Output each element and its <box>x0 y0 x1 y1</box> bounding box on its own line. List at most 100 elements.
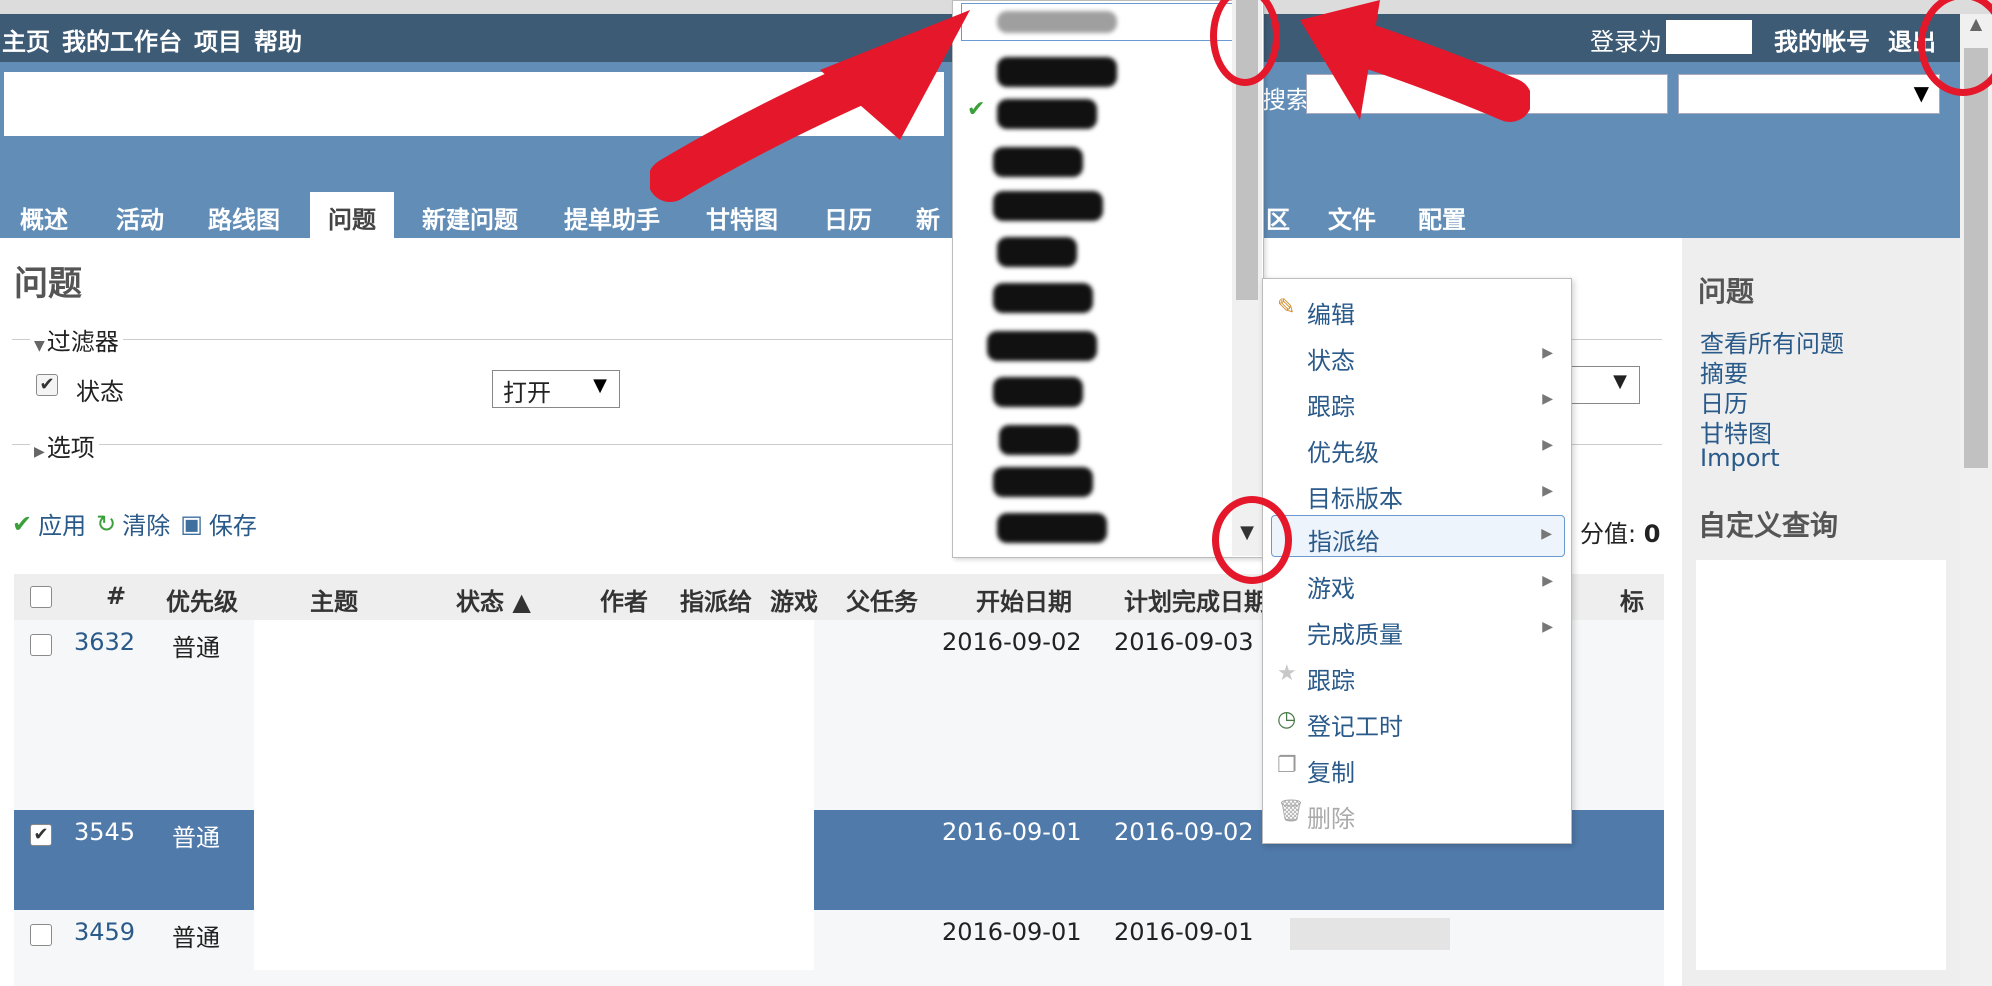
tab-roadmap[interactable]: 路线图 <box>208 200 280 235</box>
context-menu-copy[interactable]: ❐ 复制 <box>1271 747 1565 789</box>
assignee-option-redacted[interactable] <box>997 11 1117 33</box>
tab-ticket-assistant[interactable]: 提单助手 <box>564 200 660 235</box>
issue-id-link[interactable]: 3545 <box>74 818 135 846</box>
issue-priority: 普通 <box>172 824 220 852</box>
col-assignee[interactable]: 指派给 <box>680 582 752 617</box>
assignee-option-redacted[interactable] <box>999 425 1079 455</box>
issue-id-link[interactable]: 3632 <box>74 628 135 656</box>
status-operator-value: 打开 <box>503 379 551 407</box>
assignee-option-redacted[interactable] <box>987 331 1097 361</box>
tab-settings[interactable]: 配置 <box>1418 200 1466 235</box>
context-menu-assignee[interactable]: 指派给 ▶ <box>1271 515 1565 557</box>
context-menu-game[interactable]: 游戏 ▶ <box>1271 563 1565 605</box>
col-id[interactable]: # <box>106 582 126 610</box>
tab-forums[interactable]: 区 <box>1266 200 1290 235</box>
issue-start-date: 2016-09-01 <box>942 918 1082 946</box>
context-menu-delete[interactable]: 🗑 删除 <box>1271 793 1565 835</box>
my-account-link[interactable]: 我的帐号 <box>1774 22 1870 57</box>
apply-label: 应用 <box>38 512 87 540</box>
assignee-option-redacted[interactable] <box>997 99 1097 129</box>
page-scrollbar[interactable]: ▲ <box>1960 14 1992 986</box>
context-menu-quality[interactable]: 完成质量 ▶ <box>1271 609 1565 651</box>
row-checkbox-checked[interactable]: ✔ <box>30 824 52 846</box>
context-menu-log-time[interactable]: ◷ 登记工时 <box>1271 701 1565 743</box>
col-game[interactable]: 游戏 <box>770 582 818 617</box>
filters-legend-label: 过滤器 <box>46 328 119 356</box>
top-menu-help[interactable]: 帮助 <box>254 22 302 57</box>
row-checkbox[interactable] <box>30 924 52 946</box>
top-menu-my-page[interactable]: 我的工作台 <box>62 22 182 57</box>
submenu-arrow-icon: ▶ <box>1542 345 1553 361</box>
sidebar-title: 问题 <box>1698 275 1755 308</box>
col-parent-task[interactable]: 父任务 <box>846 582 918 617</box>
page-title: 问题 <box>14 264 82 304</box>
status-operator-select[interactable]: 打开 ▼ <box>492 370 620 408</box>
add-filter-select[interactable]: ▼ <box>1560 366 1640 404</box>
assignee-option-redacted[interactable] <box>997 237 1077 267</box>
submenu-arrow-icon: ▶ <box>1541 526 1552 542</box>
select-all-checkbox[interactable] <box>30 586 52 608</box>
top-menu-projects[interactable]: 项目 <box>194 22 242 57</box>
submenu-arrow-icon: ▶ <box>1542 619 1553 635</box>
issue-subject-redacted <box>254 910 814 970</box>
query-actions: ✔ 应用 ↻ 清除 ▣ 保存 <box>12 506 257 541</box>
context-menu-edit[interactable]: ✎ 编辑 <box>1271 289 1565 331</box>
col-subject[interactable]: 主题 <box>310 582 358 617</box>
save-button[interactable]: ▣ 保存 <box>180 506 257 541</box>
context-menu-tracker[interactable]: 跟踪 ▶ <box>1271 381 1565 423</box>
annotation-arrow <box>1300 0 1530 122</box>
assignee-dropdown-list[interactable]: ✔ <box>952 0 1264 558</box>
issue-id-link[interactable]: 3459 <box>74 918 135 946</box>
score-value: 0 <box>1643 520 1661 548</box>
filters-legend[interactable]: ▼过滤器 <box>30 322 123 357</box>
floppy-disk-icon: ▣ <box>180 509 203 538</box>
table-row[interactable]: 3459 普通 2016-09-01 2016-09-01 <box>14 910 1664 986</box>
apply-button[interactable]: ✔ 应用 <box>12 506 86 541</box>
context-menu-label: 编辑 <box>1307 301 1355 329</box>
context-menu-label: 登记工时 <box>1307 713 1403 741</box>
col-status[interactable]: 状态 ▲ <box>456 582 531 617</box>
assignee-option-redacted[interactable] <box>997 57 1117 87</box>
tab-activity[interactable]: 活动 <box>116 200 164 235</box>
assignee-option-redacted[interactable] <box>993 191 1103 221</box>
tab-overview[interactable]: 概述 <box>20 200 68 235</box>
assignee-option-redacted[interactable] <box>997 513 1107 543</box>
assignee-option-redacted[interactable] <box>993 147 1083 177</box>
col-due-date[interactable]: 计划完成日期 <box>1124 582 1268 617</box>
options-legend[interactable]: ▶选项 <box>30 428 99 463</box>
top-menu-links: 主页 我的工作台 项目 帮助 <box>2 22 302 57</box>
context-menu-status[interactable]: 状态 ▶ <box>1271 335 1565 377</box>
assignee-option-redacted[interactable] <box>993 467 1093 497</box>
context-menu-priority[interactable]: 优先级 ▶ <box>1271 427 1565 469</box>
tab-new-issue[interactable]: 新建问题 <box>422 200 518 235</box>
col-start-date[interactable]: 开始日期 <box>976 582 1072 617</box>
context-menu-label: 跟踪 <box>1307 667 1355 695</box>
context-menu-label: 完成质量 <box>1307 621 1403 649</box>
score-summary: 分值: 0 <box>1580 514 1660 549</box>
chevron-down-icon: ▼ <box>1613 371 1627 392</box>
col-priority[interactable]: 优先级 <box>166 582 238 617</box>
context-menu-target-version[interactable]: 目标版本 ▶ <box>1271 473 1565 515</box>
context-menu-label: 删除 <box>1307 805 1355 833</box>
clear-button[interactable]: ↻ 清除 <box>96 506 170 541</box>
clock-icon: ◷ <box>1277 707 1297 732</box>
logged-in-user-redacted[interactable] <box>1666 20 1752 54</box>
context-menu-watch[interactable]: ★ 跟踪 <box>1271 655 1565 697</box>
tab-issues[interactable]: 问题 <box>310 192 394 238</box>
row-checkbox[interactable] <box>30 634 52 656</box>
assignee-option-redacted[interactable] <box>993 377 1083 407</box>
clear-label: 清除 <box>122 512 171 540</box>
col-author[interactable]: 作者 <box>600 582 648 617</box>
scrollbar-thumb[interactable] <box>1964 48 1988 468</box>
assignee-option-redacted[interactable] <box>993 283 1093 313</box>
sidebar: 问题 查看所有问题 摘要 日历 甘特图 Import 自定义查询 <box>1682 238 1960 986</box>
issue-start-date: 2016-09-02 <box>942 628 1082 656</box>
sidebar-link-import[interactable]: Import <box>1700 444 1780 472</box>
logged-in-as-label: 登录为 <box>1590 28 1662 56</box>
tab-files[interactable]: 文件 <box>1328 200 1376 235</box>
top-menu-home[interactable]: 主页 <box>2 22 50 57</box>
status-filter-checkbox[interactable]: ✔ <box>36 374 58 396</box>
submenu-arrow-icon: ▶ <box>1542 391 1553 407</box>
issue-due-date: 2016-09-03 <box>1114 628 1254 656</box>
project-jump-select[interactable]: ▼ <box>1678 74 1940 114</box>
